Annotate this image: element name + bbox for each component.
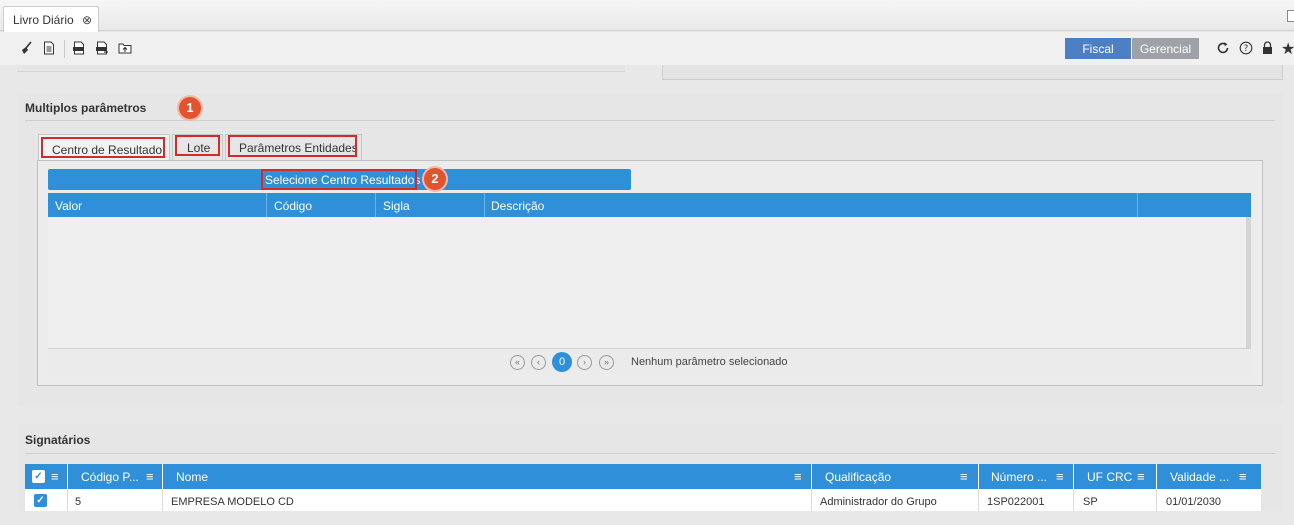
highlight-box (41, 137, 165, 158)
column-divider (1073, 464, 1074, 489)
last-page-icon[interactable]: » (599, 355, 614, 370)
column-menu-icon[interactable]: ≡ (1137, 469, 1145, 484)
params-grid-header: Valor Código Sigla Descrição (48, 193, 1251, 217)
column-divider (266, 193, 267, 217)
cell-nome: EMPRESA MODELO CD (171, 496, 294, 508)
star-icon[interactable]: ★ (1281, 39, 1294, 59)
tab-livro-diario[interactable]: Livro Diário ⊗ (3, 6, 99, 32)
column-divider (67, 489, 68, 511)
tab-title: Livro Diário (13, 13, 74, 27)
row-checkbox[interactable]: ✓ (34, 494, 47, 507)
step-badge-1: 1 (179, 97, 201, 119)
cell-validade: 01/01/2030 (1166, 496, 1222, 508)
column-divider (1156, 464, 1157, 489)
column-header-qualificacao[interactable]: Qualificação (825, 470, 891, 484)
column-header-descricao[interactable]: Descrição (491, 199, 544, 213)
cell-qualificacao: Administrador do Grupo (820, 496, 937, 508)
prev-page-icon[interactable]: ‹ (531, 355, 546, 370)
column-menu-icon[interactable]: ≡ (146, 469, 154, 484)
highlight-box (228, 135, 357, 157)
help-icon[interactable]: ? (1239, 41, 1253, 55)
collapsed-area-right (662, 65, 1283, 80)
column-divider (811, 464, 812, 489)
signatarios-title: Signatários (25, 433, 91, 447)
column-divider (375, 193, 376, 217)
column-divider (162, 489, 163, 511)
column-menu-icon[interactable]: ≡ (960, 469, 968, 484)
column-header-validade[interactable]: Validade ... (1170, 470, 1229, 484)
select-all-checkbox[interactable]: ✓ (32, 470, 45, 483)
column-header-numero[interactable]: Número ... (991, 470, 1047, 484)
highlight-box (261, 169, 417, 190)
column-menu-icon[interactable]: ≡ (1056, 469, 1064, 484)
cell-uf-crc: SP (1083, 496, 1098, 508)
panel-toggle-icon[interactable] (1287, 10, 1294, 22)
column-header-sigla[interactable]: Sigla (383, 199, 410, 213)
column-header-codigo[interactable]: Código P... (81, 470, 139, 484)
column-divider (1073, 489, 1074, 511)
pdf-export-icon[interactable] (95, 41, 109, 55)
divider (25, 120, 1275, 121)
pdf-icon[interactable] (72, 41, 86, 55)
toolbar-separator (64, 40, 65, 58)
lock-icon[interactable] (1261, 41, 1274, 55)
document-icon[interactable] (42, 41, 56, 55)
column-divider (1137, 193, 1138, 217)
fiscal-mode-button[interactable]: Fiscal (1065, 38, 1131, 59)
current-page[interactable]: 0 (552, 352, 572, 372)
column-divider (162, 464, 163, 489)
toolbar: Fiscal Gerencial ? ★ (0, 32, 1294, 65)
column-divider (67, 464, 68, 489)
params-panel-title: Multiplos parâmetros (25, 101, 147, 115)
pager: « ‹ 0 › » Nenhum parâmetro selecionado (48, 348, 1251, 375)
svg-text:?: ? (1244, 44, 1249, 54)
gerencial-mode-button[interactable]: Gerencial (1132, 38, 1199, 59)
refresh-icon[interactable] (1216, 41, 1230, 55)
highlight-box (175, 135, 220, 156)
column-menu-icon[interactable]: ≡ (794, 469, 802, 484)
column-divider (978, 489, 979, 511)
step-badge-2: 2 (424, 168, 446, 190)
first-page-icon[interactable]: « (510, 355, 525, 370)
signatarios-grid-header: ✓ ≡ Código P... ≡ Nome ≡ Qualificação ≡ … (25, 464, 1261, 489)
collapsed-area-left (17, 65, 625, 72)
table-row[interactable]: ✓ 5 EMPRESA MODELO CD Administrador do G… (25, 489, 1261, 511)
next-page-icon[interactable]: › (577, 355, 592, 370)
column-divider (484, 193, 485, 217)
column-divider (1156, 489, 1157, 511)
broom-icon[interactable] (20, 41, 34, 55)
bottom-spacer (0, 511, 1294, 525)
column-divider (978, 464, 979, 489)
document-tab-strip: Livro Diário ⊗ (0, 0, 1294, 32)
column-divider (811, 489, 812, 511)
column-header-valor[interactable]: Valor (55, 199, 82, 213)
column-header-nome[interactable]: Nome (176, 470, 208, 484)
params-grid-body (48, 217, 1246, 348)
column-header-codigo[interactable]: Código (274, 199, 312, 213)
column-header-uf-crc[interactable]: UF CRC (1087, 470, 1132, 484)
column-menu-icon[interactable]: ≡ (51, 469, 59, 484)
cell-codigo: 5 (75, 496, 82, 508)
cell-numero: 1SP022001 (987, 496, 1045, 508)
folder-upload-icon[interactable] (118, 41, 132, 55)
pager-status: Nenhum parâmetro selecionado (631, 356, 788, 368)
close-tab-icon[interactable]: ⊗ (82, 13, 92, 27)
divider (25, 453, 1275, 454)
column-menu-icon[interactable]: ≡ (1239, 469, 1247, 484)
scrollbar[interactable] (1246, 217, 1251, 348)
